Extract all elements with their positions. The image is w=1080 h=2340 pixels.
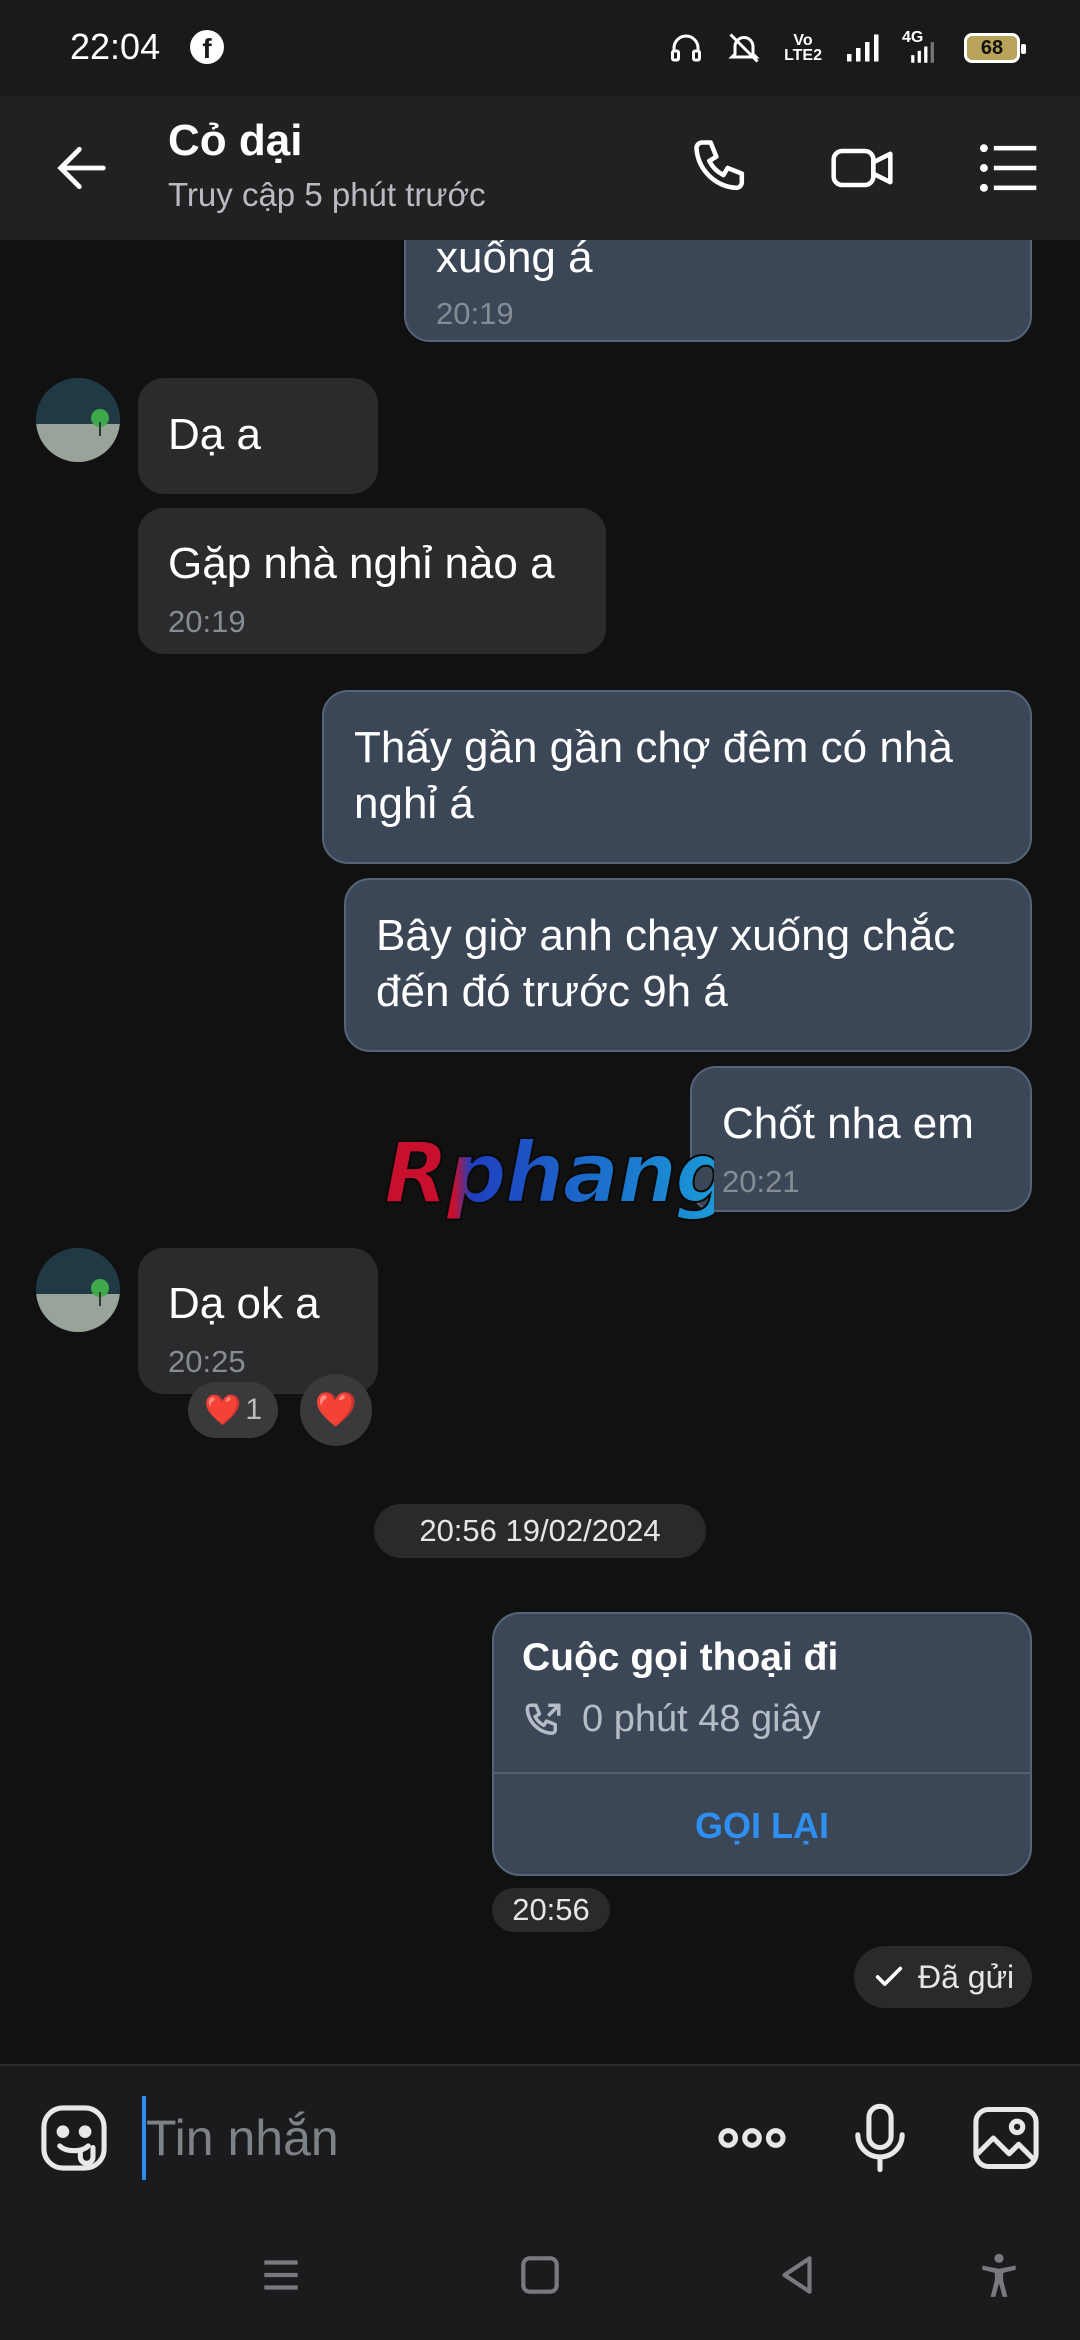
battery-icon: 68	[964, 33, 1026, 63]
network-4g: 4G	[902, 30, 942, 66]
video-camera-icon[interactable]	[828, 134, 896, 202]
system-nav-bar	[0, 2210, 1080, 2340]
facebook-icon: f	[190, 30, 224, 64]
bell-muted-icon	[728, 33, 760, 63]
message-input[interactable]: Tin nhắn	[142, 2096, 682, 2180]
message-time: 20:19	[436, 296, 514, 331]
volte-icon: Vo LTE2	[784, 32, 822, 64]
contact-name[interactable]: Cỏ dại	[168, 116, 302, 166]
message-bubble-incoming[interactable]: Dạ ok a 20:25	[138, 1248, 378, 1394]
reaction-count-badge[interactable]: ❤️ 1	[188, 1382, 278, 1438]
message-bubble-outgoing[interactable]: Bây giờ anh chạy xuống chắc đến đó trước…	[344, 878, 1032, 1052]
avatar[interactable]	[36, 378, 120, 462]
emoji-icon[interactable]	[36, 2100, 112, 2176]
message-time: 20:19	[168, 604, 246, 639]
recent-apps-icon[interactable]	[256, 2250, 306, 2300]
watermark-logo: Rphang	[383, 1123, 736, 1244]
call-time: 20:56	[492, 1888, 610, 1932]
signal-icon	[847, 34, 879, 62]
more-dots-icon[interactable]	[714, 2100, 790, 2176]
chat-header: Cỏ dại Truy cập 5 phút trước	[0, 96, 1080, 240]
call-card[interactable]: Cuộc gọi thoại đi 0 phút 48 giây GỌI LẠI	[492, 1612, 1032, 1876]
sent-status: Đã gửi	[854, 1946, 1032, 2008]
heart-reaction-icon: ❤️	[203, 1393, 242, 1427]
react-heart-button[interactable]: ❤️	[300, 1374, 372, 1446]
call-back-button[interactable]: GỌI LẠI	[494, 1774, 1030, 1874]
avatar-image	[36, 1248, 120, 1332]
message-bubble-incoming[interactable]: Dạ a	[138, 378, 378, 494]
home-icon[interactable]	[515, 2250, 565, 2300]
phone-icon[interactable]	[688, 134, 756, 202]
sent-status-label: Đã gửi	[918, 1959, 1015, 1995]
message-text: Gặp nhà nghỉ nào a	[168, 539, 555, 588]
last-seen-status: Truy cập 5 phút trước	[168, 176, 486, 213]
message-text: Dạ ok a	[168, 1279, 320, 1328]
message-bubble-outgoing[interactable]: Thấy gần gần chợ đêm có nhà nghỉ á	[322, 690, 1032, 864]
message-text: Thấy gần gần chợ đêm có nhà nghỉ á	[354, 723, 953, 828]
accessibility-icon[interactable]	[974, 2250, 1024, 2300]
status-icons: Vo LTE2 4G 68	[668, 28, 1026, 68]
avatar-image	[36, 378, 120, 462]
menu-list-icon[interactable]	[974, 134, 1042, 202]
message-text: Chốt nha em	[722, 1099, 974, 1148]
headphones-icon	[671, 34, 702, 62]
nav-back-icon[interactable]	[772, 2250, 822, 2300]
message-time: 20:25	[168, 1344, 246, 1379]
reaction-count: 1	[245, 1393, 263, 1426]
check-icon	[875, 1966, 903, 1986]
message-input-bar: Tin nhắn	[0, 2064, 1080, 2210]
status-time: 22:04	[70, 26, 161, 67]
message-text: Bây giờ anh chạy xuống chắc đến đó trước…	[376, 911, 956, 1016]
date-separator: 20:56 19/02/2024	[374, 1504, 706, 1558]
call-title: Cuộc gọi thoại đi	[522, 1636, 839, 1679]
signal-2-icon	[911, 42, 934, 63]
message-text: Dạ a	[168, 410, 261, 459]
watermark-logo-image: Rphang	[383, 1123, 736, 1223]
message-time: 20:21	[722, 1164, 800, 1199]
outgoing-call-icon	[525, 1703, 561, 1735]
svg-text:Rphang: Rphang	[384, 1124, 714, 1222]
avatar[interactable]	[36, 1248, 120, 1332]
image-icon[interactable]	[968, 2100, 1044, 2176]
call-duration: 0 phút 48 giây	[582, 1698, 821, 1740]
back-arrow-icon[interactable]	[50, 136, 114, 200]
status-bar: 22:04 f Vo LTE2 4G 68	[0, 0, 1080, 96]
message-bubble-incoming[interactable]: Gặp nhà nghỉ nào a 20:19	[138, 508, 606, 654]
heart-icon: ❤️	[314, 1391, 358, 1429]
message-bubble-outgoing[interactable]: Chốt nha em 20:21	[690, 1066, 1032, 1212]
microphone-icon[interactable]	[842, 2100, 918, 2176]
